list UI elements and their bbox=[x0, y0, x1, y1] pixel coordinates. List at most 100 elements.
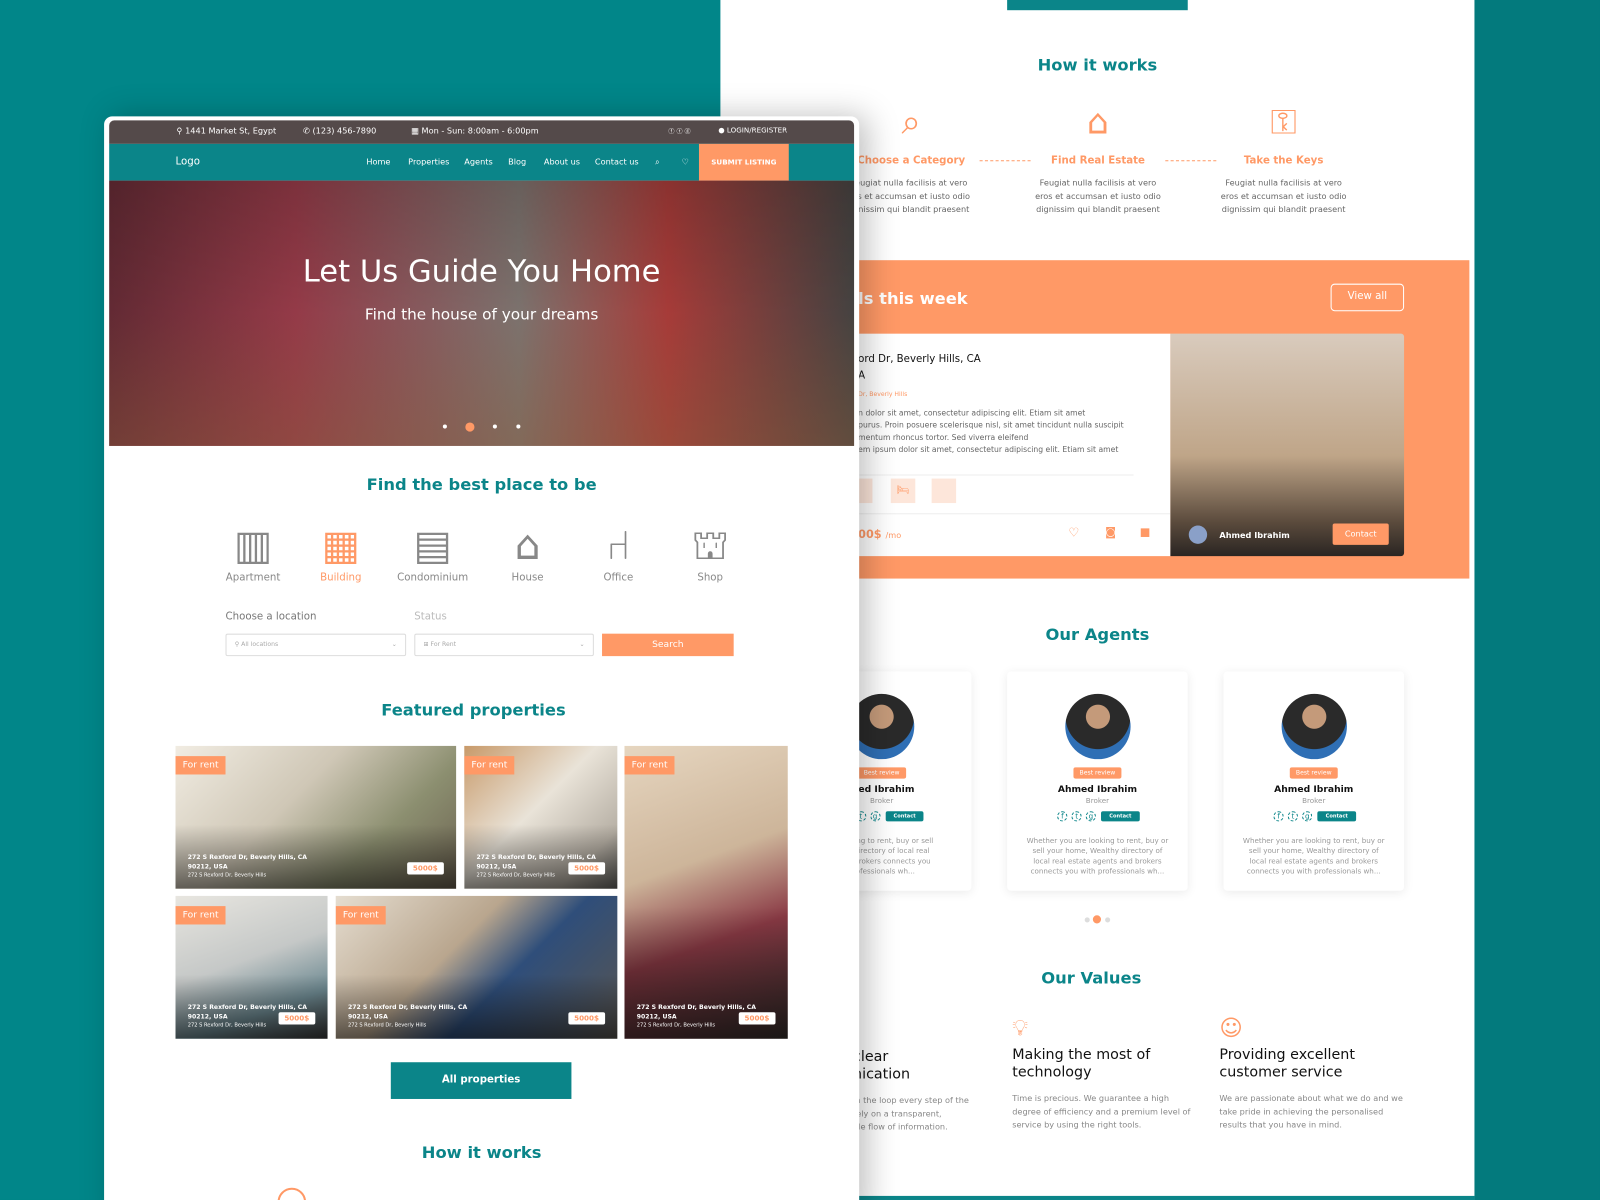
category-house[interactable]: ⌂ House bbox=[492, 519, 563, 583]
search-icon[interactable]: ⌕ bbox=[655, 157, 660, 167]
logo[interactable]: Logo bbox=[176, 156, 200, 167]
deal-location: Dr, Beverly Hills bbox=[858, 390, 908, 398]
step-title: Find Real Estate bbox=[1050, 155, 1145, 167]
shower-icon bbox=[931, 478, 957, 504]
location-value: All locations bbox=[241, 640, 279, 648]
support-agent-icon: ☺ bbox=[1219, 1016, 1243, 1042]
submit-listing-button[interactable]: SUBMIT LISTING bbox=[698, 143, 789, 181]
featured-title: Featured properties bbox=[381, 699, 566, 720]
value-item: ☺ Providing excellent customer service We … bbox=[1219, 1016, 1403, 1131]
phone-icon: ✆ bbox=[303, 126, 313, 136]
property-card[interactable]: For rent 272 S Rexford Dr, Beverly Hills,… bbox=[464, 745, 618, 889]
deal-image: Ahmed Ibrahim Contact bbox=[1170, 333, 1405, 557]
twitter-icon[interactable]: ⓣ bbox=[676, 129, 682, 136]
view-all-button[interactable]: View all bbox=[1330, 283, 1405, 312]
value-item: 💡︎ Making the most of technology Time is p… bbox=[1012, 1016, 1196, 1131]
avatar bbox=[1281, 693, 1347, 760]
agent-role: Broker bbox=[1302, 796, 1326, 806]
property-card[interactable]: For rent 272 S Rexford Dr, Beverly Hills,… bbox=[335, 895, 618, 1039]
nav-contact-us[interactable]: Contact us bbox=[595, 157, 639, 166]
twitter-icon[interactable]: t bbox=[1287, 811, 1299, 822]
nav-home[interactable]: Home bbox=[366, 157, 390, 166]
category-shop[interactable]: ⛫ Shop bbox=[674, 519, 745, 583]
contact-button[interactable]: Contact bbox=[1101, 811, 1140, 822]
category-condominium[interactable]: ▤ Condominium bbox=[392, 519, 474, 583]
facebook-icon[interactable]: f bbox=[1273, 811, 1284, 822]
category-building[interactable]: ▦ Building bbox=[305, 519, 376, 583]
property-card[interactable]: For rent 272 S Rexford Dr, Beverly Hills,… bbox=[175, 745, 457, 889]
video-icon[interactable]: ■ bbox=[1140, 526, 1151, 539]
property-card[interactable]: For rent 272 S Rexford Dr, Beverly Hills,… bbox=[624, 745, 788, 1039]
facebook-icon[interactable]: ⓕ bbox=[668, 129, 674, 136]
nav-blog[interactable]: Blog bbox=[508, 157, 526, 166]
google-plus-icon[interactable]: g bbox=[1085, 811, 1097, 822]
property-address: 272 S Rexford Dr, Beverly Hills, CA 9021… bbox=[348, 1003, 470, 1031]
all-properties-button[interactable]: All properties bbox=[390, 1062, 572, 1099]
value-desc: We are passionate about what we do and w… bbox=[1219, 1093, 1403, 1130]
price-value: 00$ bbox=[858, 527, 882, 541]
tag-icon: ⊞ bbox=[423, 640, 431, 648]
search-button[interactable]: Search bbox=[602, 633, 734, 657]
camera-icon[interactable]: ◙ bbox=[1105, 526, 1116, 539]
address-text: 272 S Rexford Dr, Beverly Hills, CA 9021… bbox=[187, 854, 308, 871]
carousel-dot[interactable] bbox=[1084, 917, 1090, 923]
carousel-dot[interactable] bbox=[1105, 917, 1111, 923]
slide-dot[interactable] bbox=[442, 424, 447, 429]
nav-agents[interactable]: Agents bbox=[464, 157, 492, 166]
deal-card: ord Dr, Beverly Hills, CA A Dr, Beverly … bbox=[858, 333, 1171, 557]
bath-icon bbox=[858, 478, 873, 504]
contact-button[interactable]: Contact bbox=[885, 811, 924, 822]
nav-about-us[interactable]: About us bbox=[544, 157, 580, 166]
price-badge: 5000$ bbox=[738, 1012, 776, 1025]
google-plus-icon[interactable]: ⓖ bbox=[685, 129, 691, 136]
contact-button[interactable]: Contact bbox=[1317, 811, 1356, 822]
price-badge: 5000$ bbox=[567, 862, 606, 875]
bed-icon: 🛏 bbox=[890, 478, 916, 504]
social-icons[interactable]: ⓕ ⓣ ⓖ bbox=[668, 127, 690, 136]
phone-text: (123) 456-7890 bbox=[312, 126, 377, 136]
hero-banner: Let Us Guide You Home Find the house of … bbox=[109, 180, 855, 446]
category-office[interactable]: ⑁ Office bbox=[583, 519, 654, 583]
deal-address: ord Dr, Beverly Hills, CA A bbox=[858, 354, 981, 382]
heart-icon[interactable]: ♡ bbox=[682, 157, 689, 166]
agent-name: Ahmed Ibrahim bbox=[1274, 784, 1354, 795]
left-page-mockup: ⚲ 1441 Market St, Egypt ✆ (123) 456-7890… bbox=[104, 116, 860, 1200]
slide-dot-active[interactable] bbox=[465, 422, 475, 432]
hero-title: Let Us Guide You Home bbox=[302, 254, 661, 290]
facebook-icon[interactable]: f bbox=[1057, 811, 1068, 822]
hand-house-icon: ⌂ bbox=[1086, 102, 1109, 143]
login-text[interactable]: LOGIN/REGISTER bbox=[727, 127, 787, 135]
value-title: Providing excellent customer service bbox=[1219, 1046, 1355, 1081]
step-desc: Feugiat nulla facilisis at vero eros et … bbox=[1035, 178, 1161, 215]
category-label: Condominium bbox=[397, 572, 469, 584]
category-apartment[interactable]: ▥ Apartment bbox=[217, 519, 288, 583]
top-button[interactable] bbox=[1007, 0, 1188, 11]
address-sub: 272 S Rexford Dr, Beverly Hills bbox=[187, 872, 267, 879]
address-text: 272 S Rexford Dr, Beverly Hills, CA 9021… bbox=[347, 1004, 468, 1021]
status-value: For Rent bbox=[430, 640, 457, 648]
nav-properties[interactable]: Properties bbox=[408, 157, 449, 166]
chevron-down-icon: ⌄ bbox=[391, 640, 397, 648]
google-plus-icon[interactable]: g bbox=[1302, 811, 1313, 822]
price-badge: 5000$ bbox=[278, 1012, 316, 1025]
slide-dot[interactable] bbox=[516, 424, 521, 429]
value-desc: in the loop every step of the rely on a … bbox=[853, 1095, 969, 1132]
heart-icon[interactable]: ♡ bbox=[1068, 526, 1079, 540]
avatar bbox=[1064, 693, 1131, 760]
location-select[interactable]: ⚲ All locations ⌄ bbox=[225, 633, 407, 657]
agent-role: Broker bbox=[1085, 796, 1110, 806]
slide-dot[interactable] bbox=[492, 424, 497, 429]
agent-avatar bbox=[1188, 525, 1208, 544]
twitter-icon[interactable]: t bbox=[1071, 811, 1082, 822]
contact-button[interactable]: Contact bbox=[1332, 523, 1389, 545]
address-sub: 272 S Rexford Dr, Beverly Hills bbox=[347, 1022, 427, 1029]
category-label: Office bbox=[603, 572, 634, 584]
status-select[interactable]: ⊞ For Rent ⌄ bbox=[414, 633, 594, 657]
google-plus-icon[interactable]: g bbox=[869, 811, 881, 822]
carousel-dot-active[interactable] bbox=[1092, 915, 1102, 924]
step-desc: Feugiat nulla facilisis at vero eros et … bbox=[1220, 178, 1347, 215]
property-card[interactable]: For rent 272 S Rexford Dr, Beverly Hills,… bbox=[175, 895, 328, 1039]
best-review-badge: Best review bbox=[1289, 767, 1338, 779]
login-register-link[interactable]: ● LOGIN/REGISTER bbox=[718, 127, 787, 135]
best-review-badge: Best review bbox=[857, 767, 906, 779]
